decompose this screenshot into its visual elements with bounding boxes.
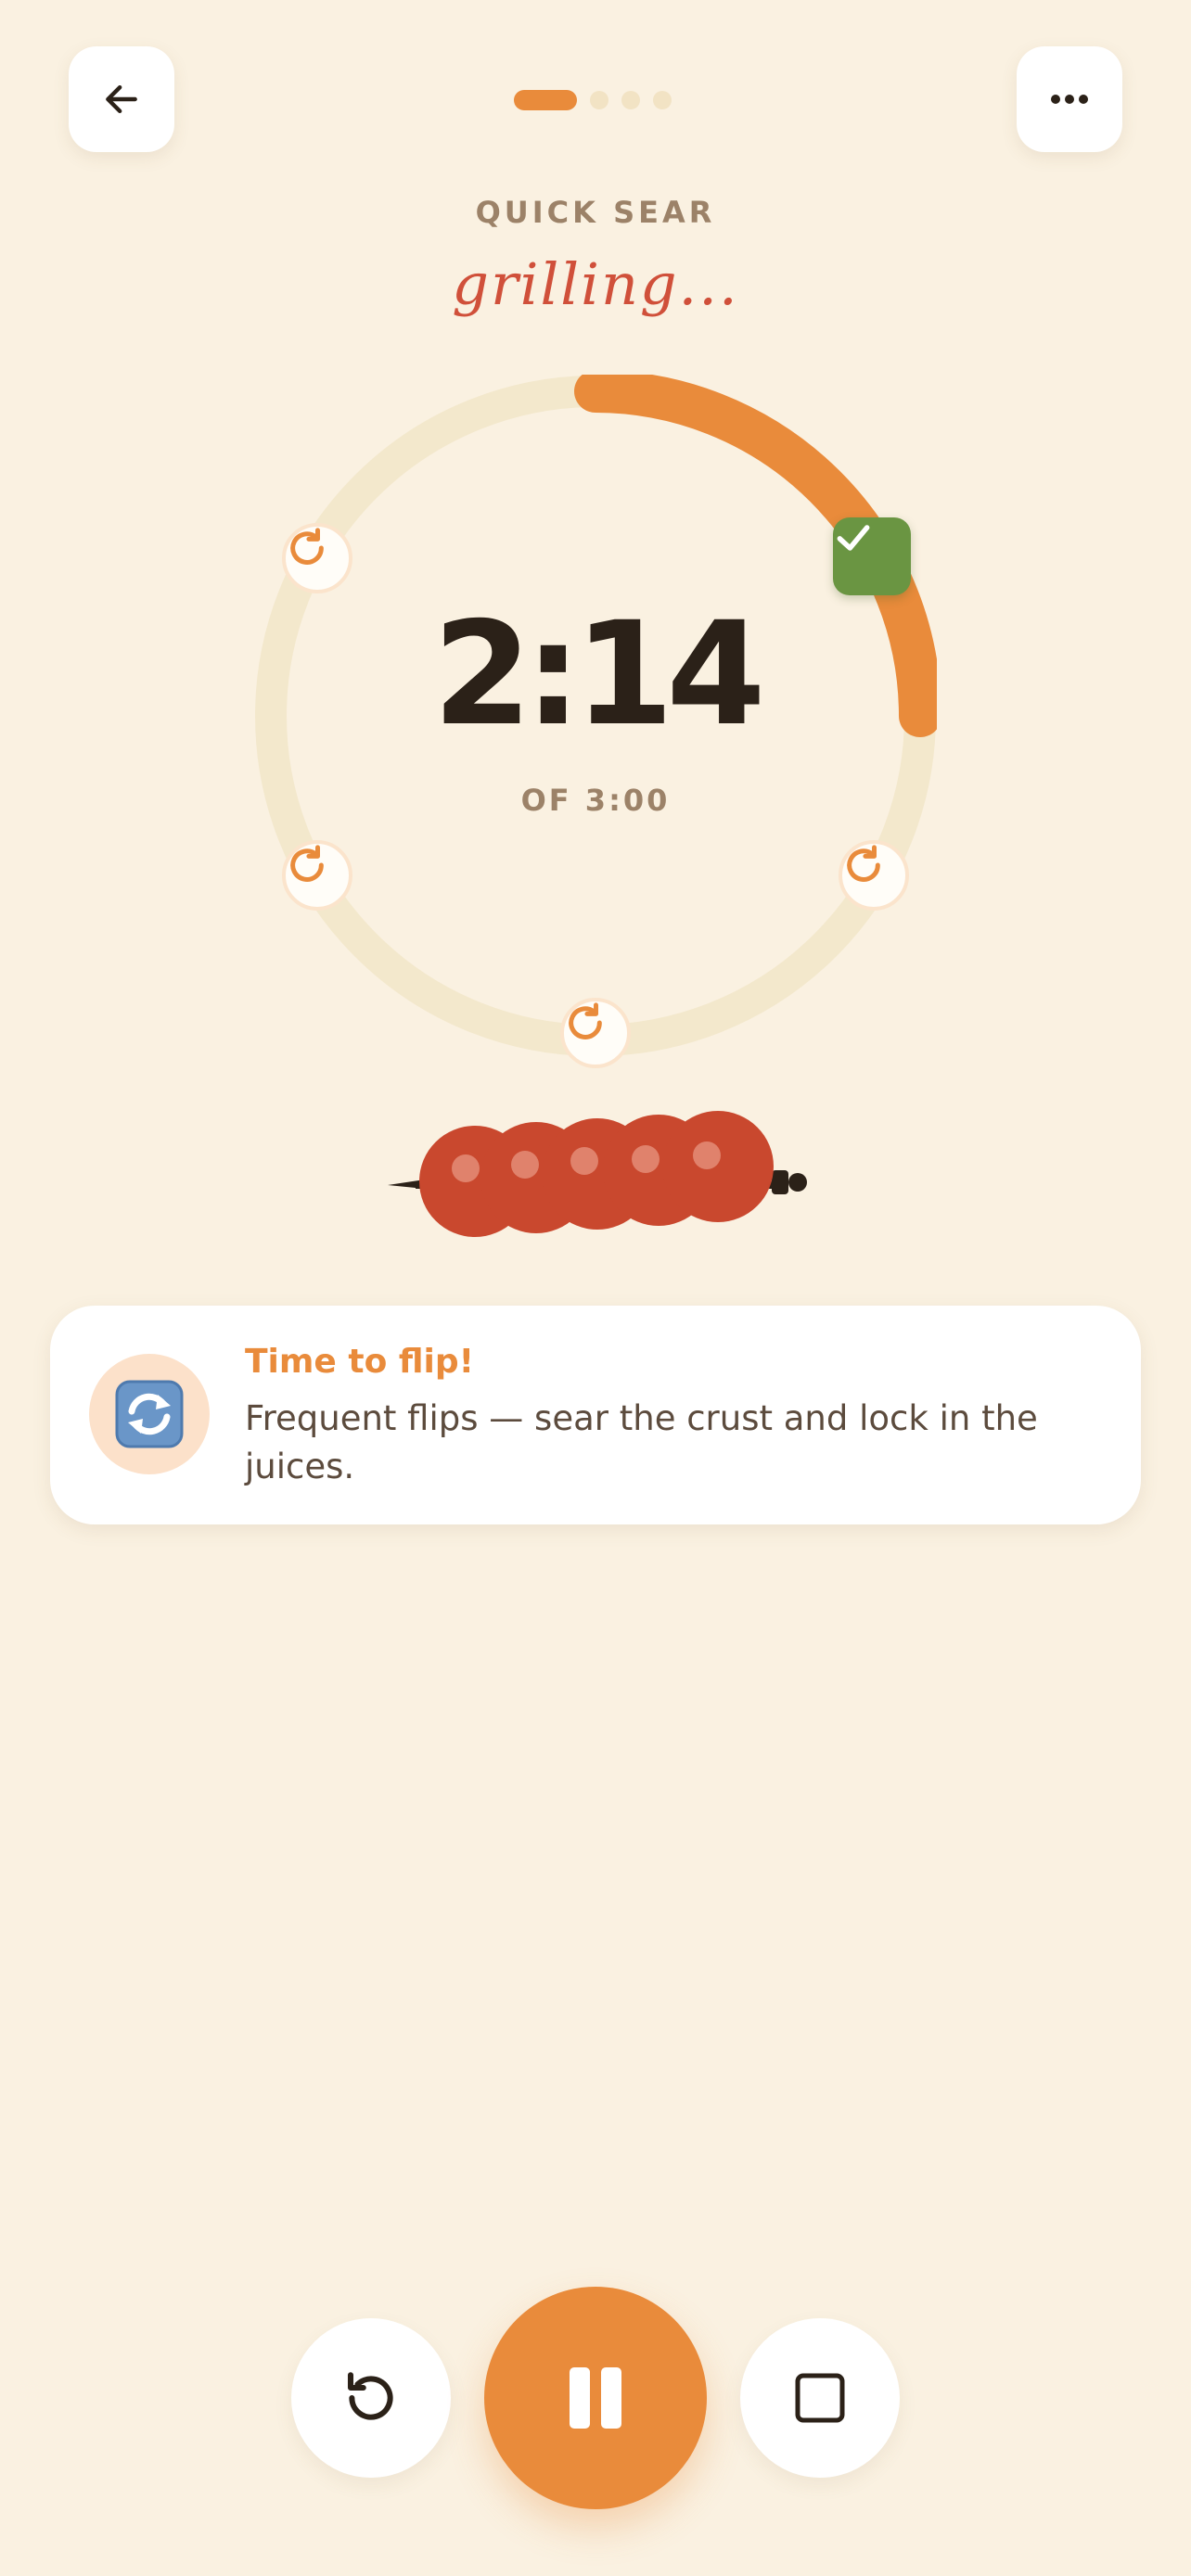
tip-title: Time to flip! [245, 1343, 475, 1381]
back-button[interactable] [69, 46, 174, 152]
pause-icon [570, 2367, 621, 2429]
refresh-icon [847, 845, 880, 882]
flip-marker [560, 998, 631, 1068]
total-time: OF 3:00 [520, 783, 671, 818]
stop-button[interactable] [740, 2318, 900, 2478]
cooking-status: grilling... [452, 250, 739, 318]
flip-tip-card: Time to flip! Frequent flips — sear the … [50, 1306, 1141, 1524]
stop-icon [795, 2373, 845, 2423]
step-dot [653, 91, 672, 109]
check-icon [837, 525, 870, 551]
step-dot-active [514, 90, 577, 110]
elapsed-time: 2:14 [432, 592, 765, 758]
step-indicator [514, 90, 672, 110]
flip-marker [282, 523, 352, 593]
flip-marker-done [833, 517, 911, 595]
skewer-illustration [388, 1111, 807, 1237]
flip-marker [282, 840, 352, 911]
refresh-icon [290, 845, 324, 882]
more-options-button[interactable] [1017, 46, 1122, 152]
flip-marker [839, 840, 909, 911]
refresh-icon [569, 1002, 602, 1039]
flip-arrows-emoji-icon [89, 1354, 210, 1474]
grill-timer-screen: QUICK SEAR grilling... 2:14 OF 3:00 Time… [0, 0, 1191, 2576]
restart-button[interactable] [291, 2318, 451, 2478]
restart-icon [347, 2372, 393, 2420]
step-dot [590, 91, 608, 109]
more-horizontal-icon [1051, 95, 1088, 104]
preset-label: QUICK SEAR [475, 195, 716, 230]
arrow-left-icon [106, 84, 137, 114]
step-dot [621, 91, 640, 109]
flip-arrows-icon [115, 1380, 184, 1448]
pause-button[interactable] [484, 2287, 707, 2509]
refresh-icon [290, 528, 324, 565]
tip-body: Frequent flips — sear the crust and lock… [245, 1398, 1038, 1486]
